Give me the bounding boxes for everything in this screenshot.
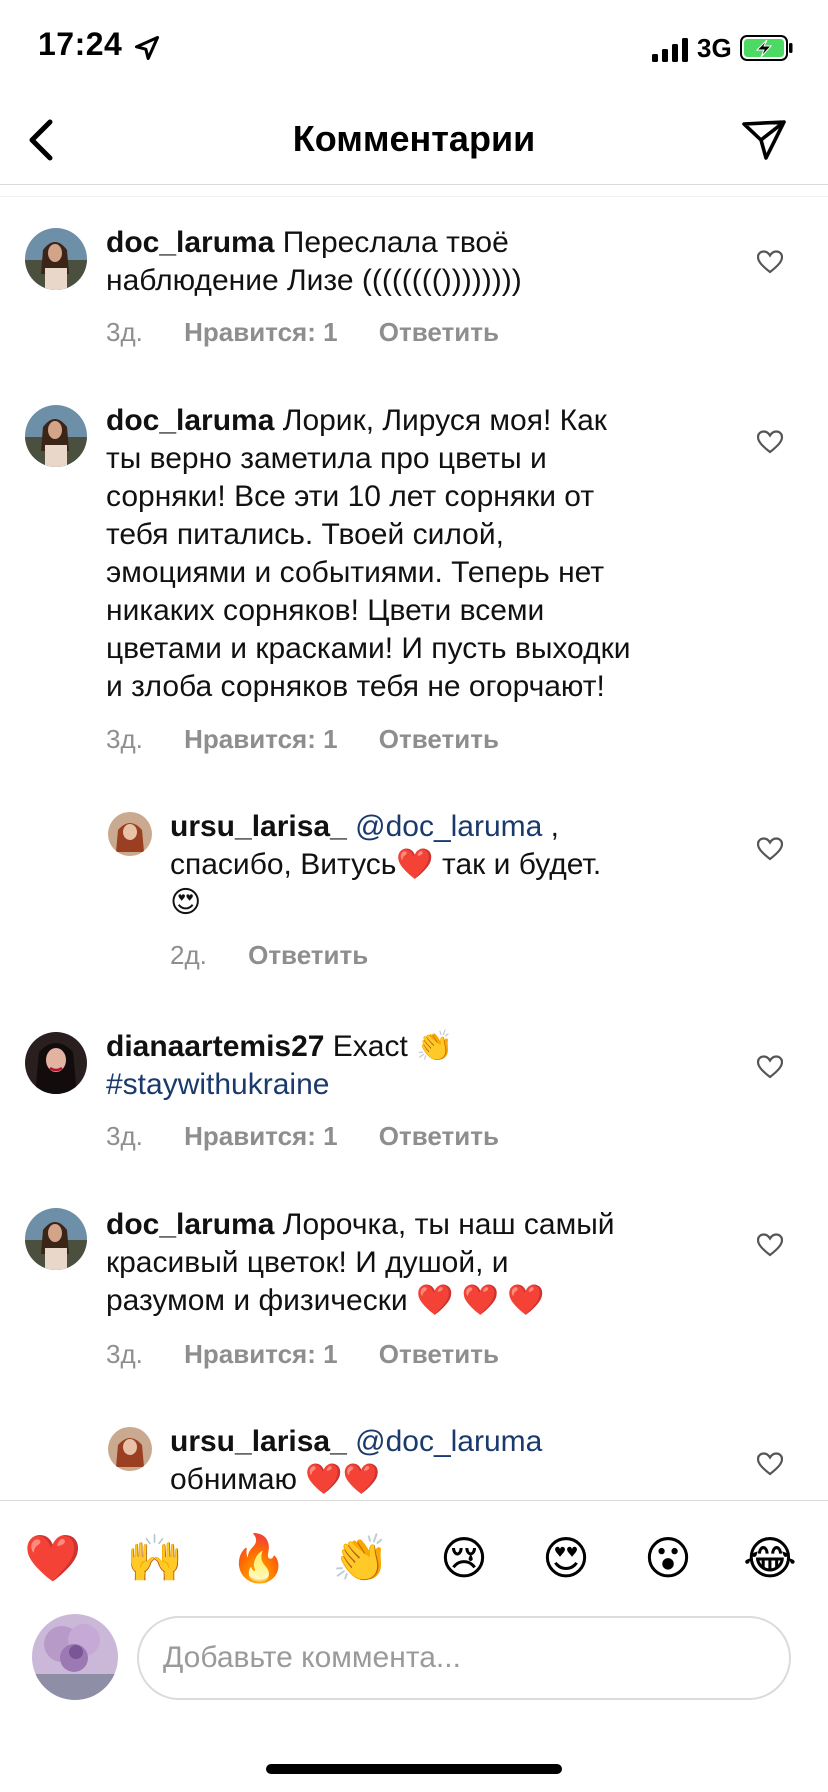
comment-input[interactable] [137,1616,791,1700]
comment-body-line: никаких сорняков! Цвети всеми [106,594,545,627]
reply-button[interactable]: Ответить [379,724,499,754]
emoji-clap-button[interactable]: 👏 [332,1530,389,1586]
emoji-quick-bar [0,1500,828,1619]
status-time: 17:24 [38,26,123,62]
comment-body-line: ты верно заметила про цветы и [106,442,547,475]
comment-body-line: наблюдение Лизе (((((((()))))))) [106,264,522,297]
page-title: Комментарии [292,118,536,159]
signal-icon [652,38,688,62]
reply-button[interactable]: Ответить [379,1121,499,1151]
battery-charging-icon [740,35,793,61]
comment-meta: 3д. Нравится: 1 Ответить [106,1121,533,1152]
comment-username[interactable]: doc_laruma [106,404,274,437]
comment-body-line: эмоциями и событиями. Теперь нет [106,556,605,589]
comment-body-line: Переслала твоё [282,226,509,259]
comment-meta: 2д. Ответить [170,940,402,971]
comment-time: 2д. [170,940,207,970]
comment-body-line: спасибо, Витусь❤️ так и будет. [170,848,602,881]
comment-text: doc_laruma Лорочка, ты наш самый красивы… [106,1206,615,1320]
comment-body-line: , [542,810,560,843]
likes-count[interactable]: Нравится: 1 [184,1339,337,1369]
comment-text: dianaartemis27 Exact 👏 #staywithukraine [106,1028,454,1104]
comment-body-line: красивый цветок! И душой, и [106,1246,509,1279]
comment-time: 3д. [106,724,143,754]
my-avatar [32,1614,118,1700]
comment-username[interactable]: doc_laruma [106,1208,274,1241]
header-divider [0,184,828,185]
comment-time: 3д. [106,317,143,347]
emoji-crying-button[interactable]: 😢 [436,1530,492,1586]
comment-username[interactable]: doc_laruma [106,226,274,259]
emoji-surprised-button[interactable]: 😮 [640,1530,696,1586]
emoji-heart-button[interactable]: ❤️ [24,1530,81,1586]
comment-body-line: тебя питались. Твоей силой, [106,518,504,551]
like-heart-icon[interactable] [757,837,783,861]
avatar[interactable] [108,812,152,856]
hashtag-link[interactable]: #staywithukraine [106,1068,329,1101]
comment-body-line: обнимаю ❤️❤️ [170,1463,381,1496]
avatar[interactable] [25,405,87,467]
comment-meta: 3д. Нравится: 1 Ответить [106,317,533,348]
comment-username[interactable]: ursu_larisa_ [170,810,347,843]
comment-body-line: цветами и красками! И пусть выходки [106,632,631,665]
like-heart-icon[interactable] [757,1452,783,1476]
comment-meta: 3д. Нравится: 1 Ответить [106,724,533,755]
home-indicator [266,1764,562,1774]
comment-text: ursu_larisa_ @doc_laruma , спасибо, Виту… [170,808,601,922]
comment-body-line: и злоба сорняков тебя не огорчают! [106,670,605,703]
reply-button[interactable]: Ответить [379,1339,499,1369]
comment-username[interactable]: dianaartemis27 [106,1030,324,1063]
avatar[interactable] [25,1032,87,1094]
like-heart-icon[interactable] [757,1233,783,1257]
comment-body-line: Лорик, Лируся моя! Как [282,404,607,437]
comment-body-line: сорняки! Все эти 10 лет сорняки от [106,480,595,513]
mention-link[interactable]: @doc_laruma [355,1425,542,1458]
comment-text: doc_laruma Лорик, Лируся моя! Как ты вер… [106,402,630,706]
comment-text: doc_laruma Переслала твоё наблюдение Лиз… [106,224,522,300]
comment-body-line: разумом и физически ❤️ ❤️ ❤️ [106,1284,545,1317]
mention-link[interactable]: @doc_laruma [355,810,542,843]
header-divider-secondary [0,196,828,197]
avatar[interactable] [25,1208,87,1270]
like-heart-icon[interactable] [757,250,783,274]
avatar[interactable] [25,228,87,290]
reply-button[interactable]: Ответить [248,940,368,970]
likes-count[interactable]: Нравится: 1 [184,317,337,347]
reply-button[interactable]: Ответить [379,317,499,347]
comment-body-line: Exact 👏 [332,1030,454,1063]
comment-username[interactable]: ursu_larisa_ [170,1425,347,1458]
like-heart-icon[interactable] [757,430,783,454]
send-icon[interactable] [740,116,788,164]
avatar[interactable] [108,1427,152,1471]
emoji-raised-hands-button[interactable]: 🙌 [126,1530,183,1586]
comment-meta: 3д. Нравится: 1 Ответить [106,1339,533,1370]
emoji-fire-button[interactable]: 🔥 [230,1530,287,1586]
comment-text: ursu_larisa_ @doc_laruma обнимаю ❤️❤️ [170,1423,542,1499]
status-bar: 17:24 3G [0,0,828,100]
likes-count[interactable]: Нравится: 1 [184,1121,337,1151]
likes-count[interactable]: Нравится: 1 [184,724,337,754]
comment-time: 3д. [106,1121,143,1151]
comment-body-line: Лорочка, ты наш самый [282,1208,615,1241]
network-type: 3G [697,33,732,63]
location-arrow-icon [134,35,160,61]
comment-time: 3д. [106,1339,143,1369]
comment-body-line: 😍 [170,886,202,919]
like-heart-icon[interactable] [757,1055,783,1079]
emoji-laughing-button[interactable]: 😂 [742,1530,798,1586]
emoji-heart-eyes-button[interactable]: 😍 [538,1530,594,1586]
